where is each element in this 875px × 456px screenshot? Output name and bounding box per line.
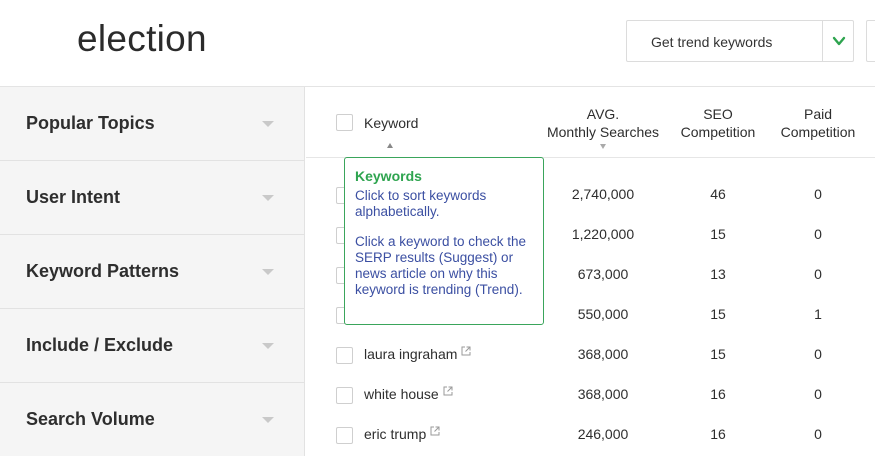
caret-down-icon: [262, 121, 274, 127]
tooltip-title: Keywords: [355, 168, 422, 184]
caret-down-icon: [262, 195, 274, 201]
paid-competition: 0: [814, 386, 822, 402]
column-seo-line1[interactable]: SEO: [673, 105, 763, 123]
row-checkbox[interactable]: [336, 427, 353, 444]
trend-select-label: Get trend keywords: [651, 34, 773, 50]
paid-competition: 0: [814, 426, 822, 442]
seo-competition: 16: [710, 386, 726, 402]
column-paid-line1[interactable]: Paid: [773, 105, 863, 123]
monthly-searches: 368,000: [577, 346, 629, 362]
monthly-searches: 246,000: [577, 426, 629, 442]
caret-down-icon: [262, 269, 274, 275]
column-keyword[interactable]: Keyword: [364, 114, 418, 132]
column-seo-line2[interactable]: Competition: [673, 123, 763, 141]
seo-competition: 16: [710, 426, 726, 442]
column-avg-line1[interactable]: AVG.: [538, 105, 668, 123]
tooltip-text-sort: Click to sort keywords alphabetically.: [355, 188, 487, 219]
select-divider: [822, 21, 823, 61]
seo-competition: 13: [710, 266, 726, 282]
caret-down-icon: [262, 417, 274, 423]
row-checkbox[interactable]: [336, 347, 353, 364]
sidebar-item-label: Popular Topics: [26, 113, 155, 133]
sidebar-item-label: Include / Exclude: [26, 335, 174, 355]
chevron-down-icon[interactable]: [831, 33, 847, 49]
table-row[interactable]: white house 368,000 16 0: [306, 375, 875, 415]
secondary-select[interactable]: [866, 20, 875, 62]
monthly-searches: 2,740,000: [571, 186, 635, 202]
table-row[interactable]: eric trump 246,000 16 0: [306, 415, 875, 455]
external-link-icon[interactable]: [430, 426, 440, 436]
keyword-text[interactable]: white house: [364, 386, 439, 402]
sidebar-item-popular-topics[interactable]: Popular Topics: [0, 87, 304, 161]
keyword-text[interactable]: laura ingraham: [364, 346, 457, 362]
top-header: election Get trend keywords: [0, 0, 875, 87]
monthly-searches: 368,000: [577, 386, 629, 402]
keywords-tooltip: Keywords Click to sort keywords alphabet…: [344, 157, 544, 325]
seo-competition: 15: [710, 226, 726, 242]
seo-competition: 46: [710, 186, 726, 202]
monthly-searches: 550,000: [577, 306, 629, 322]
sidebar-item-user-intent[interactable]: User Intent: [0, 161, 304, 235]
row-checkbox[interactable]: [336, 387, 353, 404]
sidebar-item-label: User Intent: [26, 187, 121, 207]
seo-competition: 15: [710, 346, 726, 362]
tooltip-text-serp: Click a keyword to check the SERP result…: [355, 234, 527, 297]
filter-sidebar: Popular Topics User Intent Keyword Patte…: [0, 87, 305, 456]
sidebar-item-include-exclude[interactable]: Include / Exclude: [0, 309, 304, 383]
keyword-link[interactable]: white house: [364, 386, 453, 402]
table-header: Keyword AVG. Monthly Searches SEO Compet…: [306, 87, 875, 158]
sidebar-item-keyword-patterns[interactable]: Keyword Patterns: [0, 235, 304, 309]
select-all-checkbox[interactable]: [336, 114, 353, 131]
seo-competition: 15: [710, 306, 726, 322]
keyword-link[interactable]: eric trump: [364, 426, 440, 442]
trend-keywords-select[interactable]: Get trend keywords: [626, 20, 854, 62]
sort-up-icon[interactable]: [387, 143, 393, 148]
keyword-text[interactable]: eric trump: [364, 426, 426, 442]
sort-down-icon[interactable]: [600, 144, 606, 149]
paid-competition: 1: [814, 306, 822, 322]
column-avg-line2[interactable]: Monthly Searches: [538, 123, 668, 141]
table-row[interactable]: laura ingraham 368,000 15 0: [306, 335, 875, 375]
paid-competition: 0: [814, 186, 822, 202]
sidebar-item-label: Keyword Patterns: [26, 261, 180, 281]
paid-competition: 0: [814, 266, 822, 282]
sidebar-item-search-volume[interactable]: Search Volume: [0, 383, 304, 456]
column-paid-line2[interactable]: Competition: [773, 123, 863, 141]
monthly-searches: 1,220,000: [571, 226, 635, 242]
sidebar-item-label: Search Volume: [26, 409, 155, 429]
page-title: election: [77, 18, 207, 59]
caret-down-icon: [262, 343, 274, 349]
external-link-icon[interactable]: [461, 346, 471, 356]
paid-competition: 0: [814, 226, 822, 242]
keyword-link[interactable]: laura ingraham: [364, 346, 471, 362]
paid-competition: 0: [814, 346, 822, 362]
external-link-icon[interactable]: [443, 386, 453, 396]
monthly-searches: 673,000: [577, 266, 629, 282]
